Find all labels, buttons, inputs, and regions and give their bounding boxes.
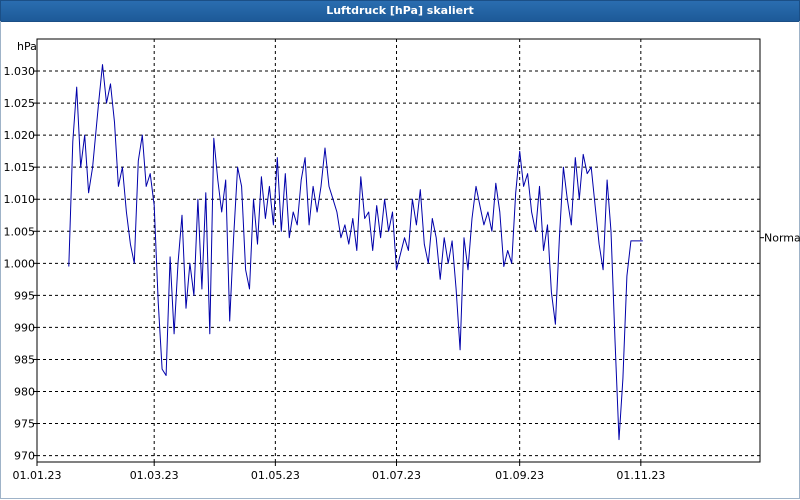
grid-lines [37, 39, 760, 462]
x-tick-label: 01.11.23 [616, 469, 665, 482]
y-tick-label: 970 [14, 450, 35, 463]
y-tick-label: 985 [14, 353, 35, 366]
x-tick-label: 01.09.23 [495, 469, 544, 482]
y-tick-label: 1.005 [4, 225, 36, 238]
x-tick-label: 01.03.23 [130, 469, 179, 482]
x-tick-label: 01.05.23 [251, 469, 300, 482]
y-tick-label: 1.020 [4, 129, 36, 142]
y-axis-unit-label: hPa [17, 40, 37, 53]
y-tick-label: 1.030 [4, 65, 36, 78]
series-line-0 [68, 64, 643, 441]
reference-group: Normal [760, 232, 800, 245]
plot-area [36, 38, 761, 463]
x-tick-label: 01.01.23 [13, 469, 62, 482]
y-tick-label: 975 [14, 418, 35, 431]
y-tick-label: 1.000 [4, 257, 36, 270]
chart-svg: hPa 970 975 980 985 990 995 1.000 1.005 1.010 1.0… [4, 38, 800, 482]
x-tick-label: 01.07.23 [372, 469, 421, 482]
normal-label: Normal [764, 232, 800, 245]
y-tick-label: 1.025 [4, 97, 36, 110]
y-tick-label: 990 [14, 321, 35, 334]
y-tick-label: 995 [14, 289, 35, 302]
y-tick-label: 980 [14, 386, 35, 399]
y-tick-label: 1.010 [4, 193, 36, 206]
y-tick-label: 1.015 [4, 161, 36, 174]
x-axis-ticks: 01.01.23 01.03.23 01.05.23 01.07.23 01.09.23… [13, 462, 665, 482]
y-axis-ticks: 970 975 980 985 990 995 1.000 1.005 1.010 1.015 1.… [4, 65, 37, 463]
series-group [68, 64, 643, 441]
